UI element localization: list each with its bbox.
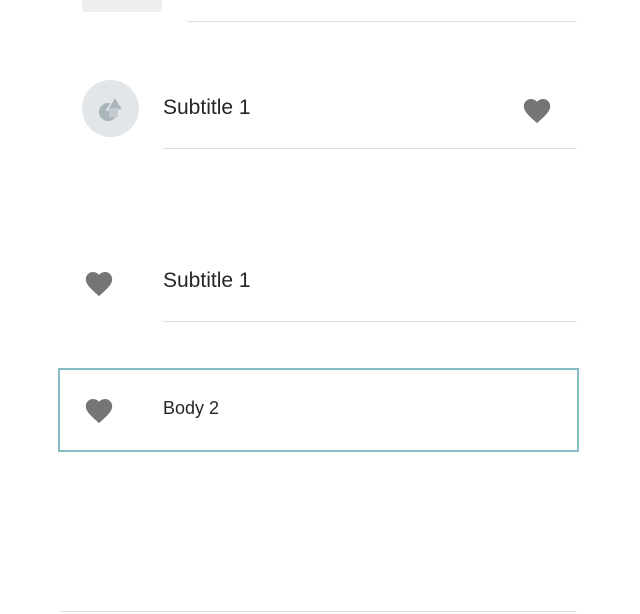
list-item-icon-subtitle[interactable]: Subtitle 1 bbox=[60, 245, 577, 322]
list-item-label: Subtitle 1 bbox=[163, 269, 251, 292]
avatar bbox=[82, 80, 139, 137]
heart-icon bbox=[523, 98, 551, 123]
list-item-label: Subtitle 1 bbox=[163, 96, 251, 119]
list-divider bbox=[163, 321, 577, 322]
leading-icon bbox=[82, 394, 116, 424]
list-divider bbox=[187, 21, 577, 22]
heart-icon bbox=[85, 271, 113, 296]
leading-icon bbox=[82, 267, 116, 297]
shapes-icon bbox=[98, 95, 124, 121]
list-divider bbox=[163, 148, 577, 149]
list-divider bbox=[60, 611, 577, 612]
list-item-thumbnail-partial bbox=[82, 0, 162, 12]
list-item-avatar-subtitle[interactable]: Subtitle 1 bbox=[60, 70, 577, 149]
favorite-button[interactable] bbox=[520, 94, 554, 124]
heart-icon bbox=[85, 398, 113, 423]
list-page: Subtitle 1 Subtitle 1 Body 2 bbox=[0, 0, 640, 614]
list-item-icon-body-focused[interactable]: Body 2 bbox=[58, 368, 579, 452]
list-item-label: Body 2 bbox=[163, 398, 220, 418]
